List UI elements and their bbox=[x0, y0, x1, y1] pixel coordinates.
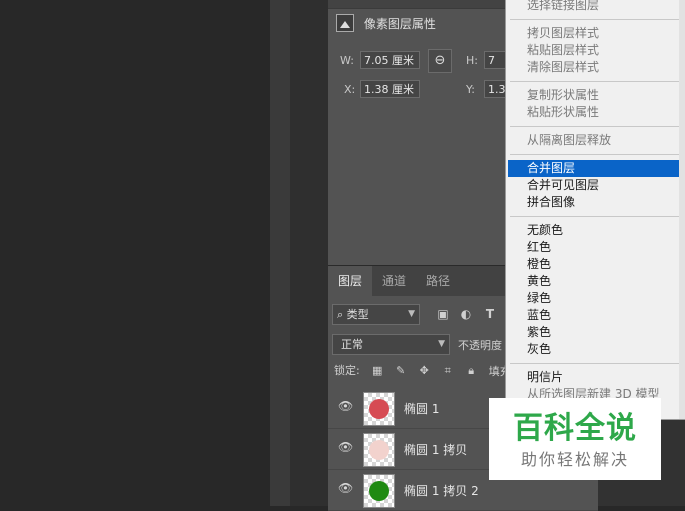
prevent-auto-nesting-icon[interactable]: ⌗ bbox=[442, 365, 454, 377]
properties-panel-topbar bbox=[328, 0, 506, 9]
blend-mode-value: 正常 bbox=[341, 338, 363, 351]
layer-filter-label: 类型 bbox=[346, 308, 369, 321]
menu-item-green[interactable]: 绿色 bbox=[508, 290, 680, 307]
width-field[interactable]: 7.05 厘米 bbox=[360, 51, 420, 69]
opacity-label: 不透明度 bbox=[458, 339, 502, 352]
menu-item-merge-layers[interactable]: 合并图层 bbox=[508, 160, 680, 177]
menu-item-clear-layer-style[interactable]: 清除图层样式 bbox=[508, 59, 680, 76]
properties-header: 像素图层属性 bbox=[336, 14, 436, 34]
menu-separator bbox=[510, 81, 680, 82]
x-field[interactable]: 1.38 厘米 bbox=[360, 80, 420, 98]
panel-dock-column bbox=[290, 0, 329, 506]
layer-thumbnail bbox=[363, 433, 395, 467]
menu-item-gray[interactable]: 灰色 bbox=[508, 341, 680, 358]
layer-name: 椭圆 1 拷贝 bbox=[404, 443, 468, 457]
chevron-down-icon: ▼ bbox=[408, 309, 415, 319]
menu-item-merge-visible[interactable]: 合并可见图层 bbox=[508, 177, 680, 194]
layer-thumbnail bbox=[363, 474, 395, 508]
panel-divider bbox=[270, 0, 290, 506]
pixel-layer-icon bbox=[336, 14, 354, 32]
menu-separator bbox=[510, 363, 680, 364]
height-label: H: bbox=[466, 54, 478, 67]
menu-item-flatten-image[interactable]: 拼合图像 bbox=[508, 194, 680, 211]
layer-thumbnail-shape bbox=[369, 481, 389, 501]
watermark-subtitle: 助你轻松解决 bbox=[520, 450, 629, 469]
menu-item-yellow[interactable]: 黄色 bbox=[508, 273, 680, 290]
lock-row: 锁定: ▦ ✎ ✥ ⌗ 🔒︎ 填充 bbox=[334, 362, 511, 380]
adjustment-filter-icon[interactable]: ◐ bbox=[459, 307, 473, 321]
layer-thumbnail-shape bbox=[369, 399, 389, 419]
menu-item-orange[interactable]: 橙色 bbox=[508, 256, 680, 273]
layer-filter-select[interactable]: ⌕ 类型 ▼ bbox=[332, 304, 420, 325]
layer-context-menu: 选择链接图层 拷贝图层样式 粘贴图层样式 清除图层样式 复制形状属性 粘贴形状属… bbox=[505, 0, 685, 420]
menu-separator bbox=[510, 126, 680, 127]
y-field[interactable]: 1.36 bbox=[484, 80, 506, 98]
properties-panel: 像素图层属性 W: 7.05 厘米 ⊖ H: 7 X: 1.38 厘米 Y: 1… bbox=[328, 0, 506, 265]
eye-icon[interactable]: 👁︎ bbox=[338, 400, 353, 412]
menu-item-blue[interactable]: 蓝色 bbox=[508, 307, 680, 324]
menu-item-copy-shape-attributes[interactable]: 复制形状属性 bbox=[508, 87, 680, 104]
height-field[interactable]: 7 bbox=[484, 51, 506, 69]
properties-title: 像素图层属性 bbox=[363, 16, 436, 31]
menu-scrollbar[interactable] bbox=[679, 0, 685, 419]
tab-layers[interactable]: 图层 bbox=[328, 266, 372, 296]
link-dimensions-button[interactable]: ⊖ bbox=[428, 49, 452, 73]
width-label: W: bbox=[340, 54, 354, 67]
lock-all-icon[interactable]: 🔒︎ bbox=[465, 365, 477, 377]
type-filter-icon[interactable]: T bbox=[483, 307, 497, 321]
image-filter-icon[interactable]: ▣ bbox=[436, 307, 450, 321]
menu-item-violet[interactable]: 紫色 bbox=[508, 324, 680, 341]
eye-icon[interactable]: 👁︎ bbox=[338, 482, 353, 494]
tab-paths[interactable]: 路径 bbox=[416, 266, 460, 296]
search-icon: ⌕ bbox=[337, 308, 344, 321]
chevron-down-icon: ▼ bbox=[438, 339, 445, 349]
watermark-title: 百科全说 bbox=[513, 411, 637, 446]
lock-label: 锁定: bbox=[334, 364, 360, 377]
menu-item-release-from-isolation[interactable]: 从隔离图层释放 bbox=[508, 132, 680, 149]
lock-position-icon[interactable]: ✥ bbox=[418, 365, 430, 377]
x-label: X: bbox=[344, 83, 356, 96]
y-label: Y: bbox=[466, 83, 475, 96]
lock-image-pixels-icon[interactable]: ✎ bbox=[395, 365, 407, 377]
layer-name: 椭圆 1 拷贝 2 bbox=[404, 484, 479, 498]
menu-item-select-linked-layers[interactable]: 选择链接图层 bbox=[508, 0, 680, 14]
menu-separator bbox=[510, 154, 680, 155]
layer-thumbnail bbox=[363, 392, 395, 426]
canvas-area bbox=[0, 0, 270, 506]
layer-thumbnail-shape bbox=[369, 440, 389, 460]
menu-separator bbox=[510, 19, 680, 20]
layer-name: 椭圆 1 bbox=[404, 402, 440, 416]
tab-channels[interactable]: 通道 bbox=[372, 266, 416, 296]
eye-icon[interactable]: 👁︎ bbox=[338, 441, 353, 453]
menu-item-paste-shape-attributes[interactable]: 粘贴形状属性 bbox=[508, 104, 680, 121]
watermark: 百科全说 助你轻松解决 bbox=[489, 398, 661, 480]
link-icon: ⊖ bbox=[434, 53, 446, 68]
menu-item-red[interactable]: 红色 bbox=[508, 239, 680, 256]
menu-separator bbox=[510, 216, 680, 217]
blend-mode-select[interactable]: 正常 ▼ bbox=[332, 334, 450, 355]
menu-item-postcard[interactable]: 明信片 bbox=[508, 369, 680, 386]
menu-item-no-color[interactable]: 无颜色 bbox=[508, 222, 680, 239]
menu-item-paste-layer-style[interactable]: 粘贴图层样式 bbox=[508, 42, 680, 59]
menu-item-copy-layer-style[interactable]: 拷贝图层样式 bbox=[508, 25, 680, 42]
lock-transparent-pixels-icon[interactable]: ▦ bbox=[371, 365, 383, 377]
